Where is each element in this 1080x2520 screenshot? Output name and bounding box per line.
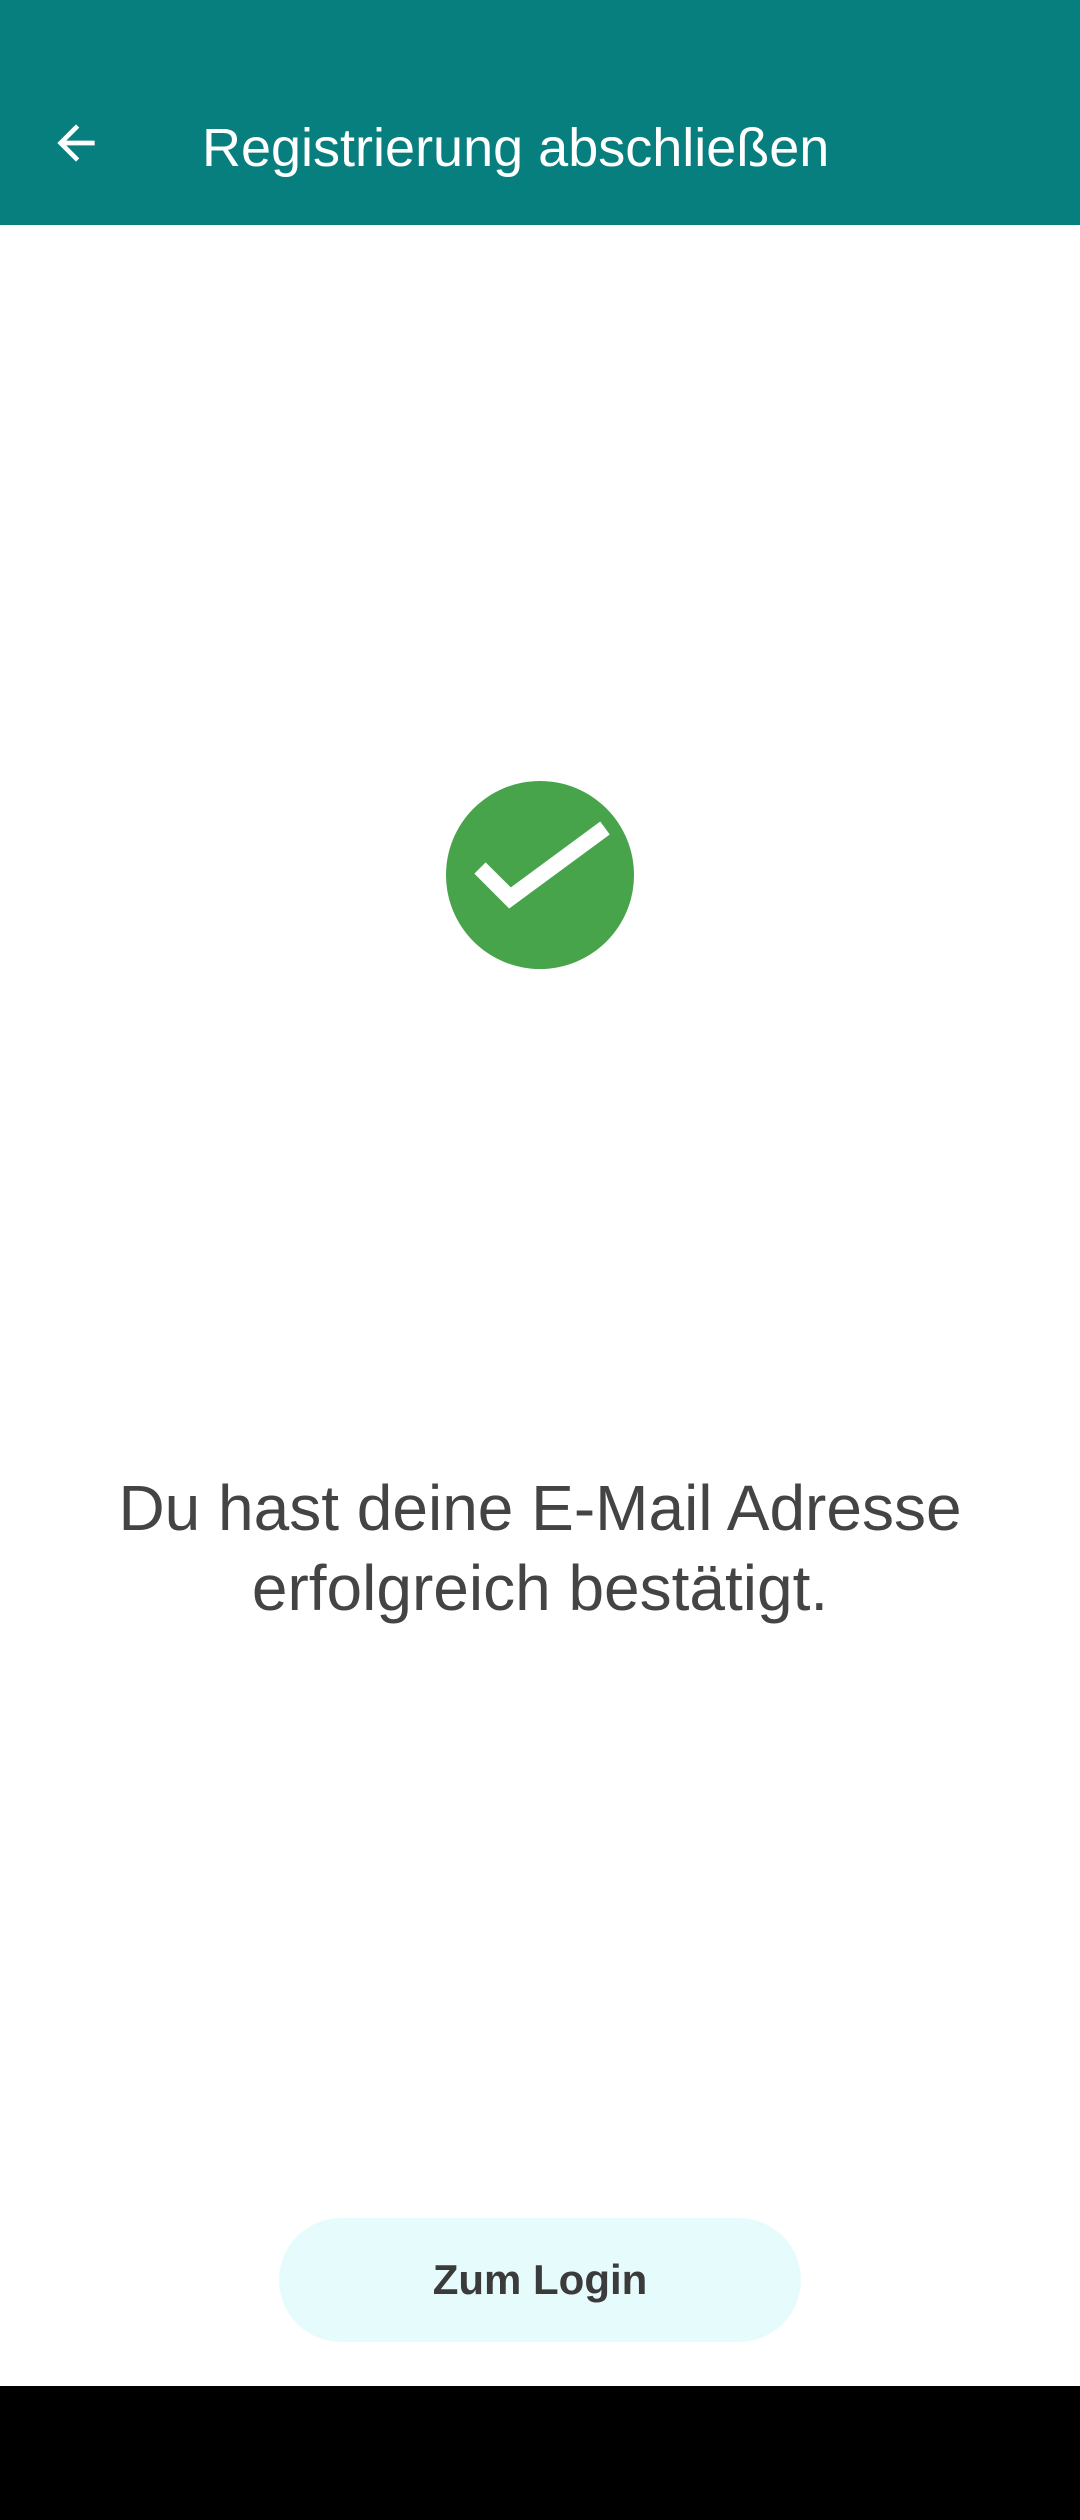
confirmation-message-line-2: erfolgreich bestätigt.: [251, 1552, 829, 1624]
arrow-left-icon: [57, 124, 95, 162]
confirmation-message-line-1: Du hast deine E-Mail Adresse: [118, 1472, 962, 1544]
registration-complete-screen: Registrierung abschließen Du hast deine …: [0, 0, 1080, 2520]
app-bar: Registrierung abschließen: [0, 0, 1080, 225]
confirmation-message: Du hast deine E-Mail Adresse erfolgreich…: [60, 1468, 1020, 1628]
system-navigation-bar: [0, 2386, 1080, 2520]
check-circle-icon: [446, 781, 634, 969]
page-title: Registrierung abschließen: [202, 118, 830, 178]
back-button[interactable]: [40, 107, 112, 179]
login-button[interactable]: Zum Login: [279, 2218, 801, 2342]
